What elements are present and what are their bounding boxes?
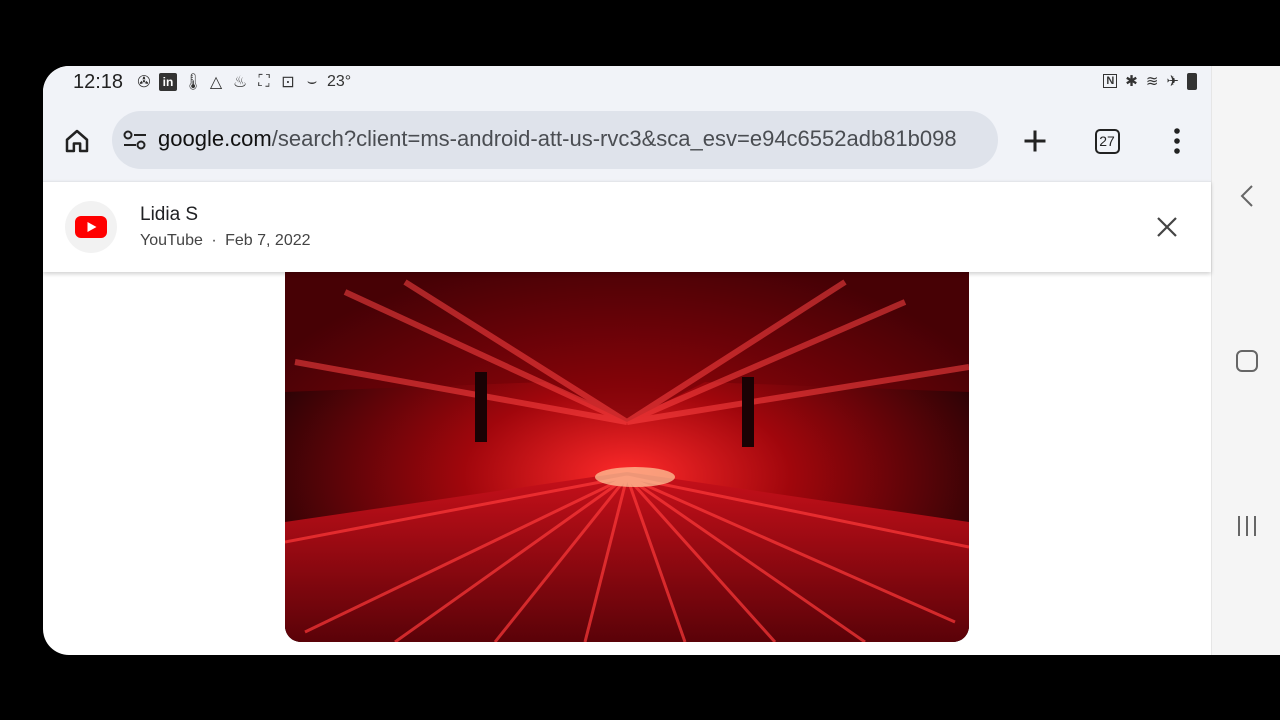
url-text[interactable]: google.com/search?client=ms-android-att-… bbox=[158, 126, 988, 152]
channel-name[interactable]: Lidia S bbox=[140, 204, 198, 226]
home-icon bbox=[65, 129, 89, 153]
page-info-icon[interactable] bbox=[122, 128, 148, 152]
tab-count: 27 bbox=[1094, 128, 1120, 154]
new-tab-button[interactable] bbox=[1013, 119, 1057, 163]
back-chevron-icon bbox=[1240, 185, 1253, 207]
drive-icon: △ bbox=[209, 74, 223, 91]
nav-recents-button[interactable] bbox=[1230, 509, 1264, 543]
battery-icon bbox=[1187, 72, 1197, 90]
airplane-icon: ✈ bbox=[1166, 73, 1179, 90]
thermometer-icon: 🌡 bbox=[183, 74, 204, 91]
meta-separator: · bbox=[211, 232, 217, 249]
address-bar[interactable]: google.com/search?client=ms-android-att-… bbox=[112, 111, 998, 169]
device-screen: 12:18 ✇ in 🌡 △ ♨ ⛶ ⊡ ⌣ 23° N ✱ ≋ ✈ googl… bbox=[43, 66, 1280, 655]
wifi-icon: ≋ bbox=[1145, 73, 1159, 90]
nav-home-button[interactable] bbox=[1230, 344, 1264, 378]
video-source: YouTube bbox=[140, 232, 203, 249]
video-date: Feb 7, 2022 bbox=[225, 232, 311, 249]
square-home-icon bbox=[1236, 350, 1258, 372]
url-path: /search?client=ms-android-att-us-rvc3&sc… bbox=[271, 126, 957, 151]
url-host: google.com bbox=[158, 126, 272, 151]
status-right-icons: N ✱ ≋ ✈ bbox=[1103, 72, 1197, 90]
nav-back-button[interactable] bbox=[1230, 179, 1264, 213]
recents-icon bbox=[1238, 516, 1256, 536]
screenshot-icon: ⛶ bbox=[258, 73, 270, 90]
close-button[interactable] bbox=[1151, 211, 1183, 243]
video-player[interactable] bbox=[285, 272, 969, 642]
nfc-icon: N bbox=[1103, 74, 1118, 88]
overflow-menu-button[interactable] bbox=[1155, 119, 1199, 163]
status-left-icons: ✇ in 🌡 △ ♨ ⛶ ⊡ ⌣ 23° bbox=[135, 72, 351, 92]
bluetooth-icon: ✱ bbox=[1125, 73, 1138, 90]
more-vert-icon bbox=[1174, 128, 1180, 154]
plus-icon bbox=[1024, 130, 1046, 152]
status-bar: 12:18 ✇ in 🌡 △ ♨ ⛶ ⊡ ⌣ 23° N ✱ ≋ ✈ bbox=[43, 66, 1211, 100]
close-icon bbox=[1157, 217, 1177, 237]
home-button[interactable] bbox=[55, 119, 99, 163]
cleaning-icon: ♨ bbox=[232, 74, 248, 91]
video-frame-laser-stage bbox=[285, 272, 969, 642]
video-meta: YouTube · Feb 7, 2022 bbox=[140, 232, 311, 250]
scan-icon: ⊡ bbox=[281, 74, 295, 91]
video-source-header: Lidia S YouTube · Feb 7, 2022 bbox=[43, 181, 1211, 272]
browser-toolbar: google.com/search?client=ms-android-att-… bbox=[43, 100, 1211, 181]
linkedin-icon: in bbox=[159, 73, 177, 91]
android-navigation-bar bbox=[1211, 66, 1280, 655]
status-temperature: 23° bbox=[327, 73, 352, 90]
status-time: 12:18 bbox=[73, 71, 124, 93]
fan-icon: ✇ bbox=[137, 74, 151, 91]
youtube-logo-icon bbox=[65, 201, 117, 253]
tab-switcher-button[interactable]: 27 bbox=[1085, 119, 1129, 163]
amazon-icon: ⌣ bbox=[306, 73, 318, 90]
